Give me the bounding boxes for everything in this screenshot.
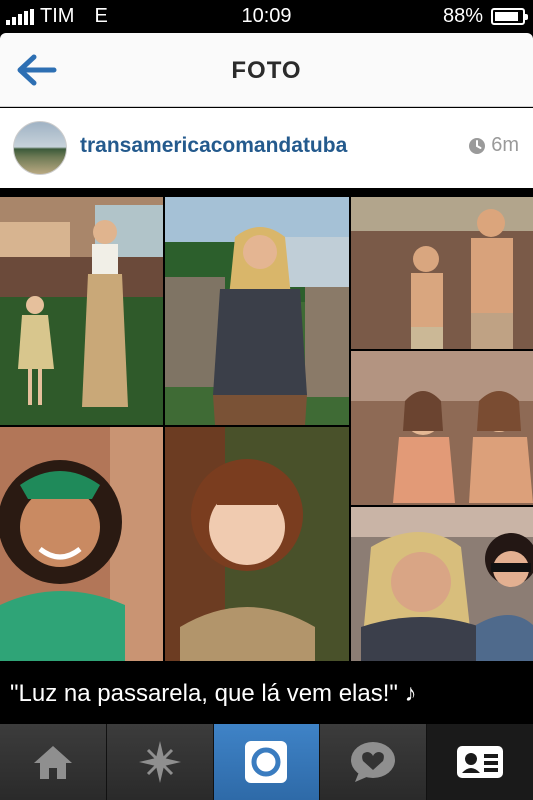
- home-icon: [33, 746, 72, 779]
- post-header: transamericacomandatuba 6m: [0, 108, 533, 188]
- clock-icon: [469, 137, 486, 154]
- collage-tile-girls-floral: [351, 351, 533, 505]
- time-ago: 6m: [491, 134, 519, 156]
- photo-collage: [0, 197, 533, 661]
- collage-tile-little-girl: [165, 427, 349, 661]
- collage-tile-runway-woman-girl: [0, 197, 163, 425]
- battery-group: 88%: [442, 5, 528, 28]
- battery-percent: 88%: [442, 5, 483, 27]
- profile-icon: [457, 746, 504, 778]
- page-title: FOTO: [231, 57, 302, 84]
- collage-tile-blonde-woman: [165, 197, 349, 425]
- post-photo[interactable]: "Luz na passarela, que lá vem elas!" ♪: [0, 188, 533, 723]
- navigation-bar: FOTO: [0, 33, 533, 107]
- tab-camera[interactable]: [213, 724, 321, 800]
- post-time: 6m: [468, 134, 519, 157]
- tab-bar: [0, 724, 533, 800]
- avatar[interactable]: [13, 121, 67, 175]
- battery-icon: [491, 8, 528, 25]
- status-bar: TIM E 10:09 88%: [0, 0, 533, 33]
- collage-tile-two-women: [351, 507, 533, 661]
- tab-profile[interactable]: [427, 724, 533, 800]
- camera-icon: [245, 741, 288, 783]
- collage-tile-boys: [351, 197, 533, 349]
- tab-explore[interactable]: [106, 724, 214, 800]
- news-icon: [351, 742, 396, 782]
- back-button[interactable]: [14, 51, 58, 89]
- back-arrow-icon: [17, 54, 57, 86]
- explore-icon: [138, 741, 181, 783]
- username-link[interactable]: transamericacomandatuba: [80, 134, 347, 158]
- collage-tile-curly-girl: [0, 427, 163, 661]
- tab-home[interactable]: [0, 724, 107, 800]
- photo-caption: "Luz na passarela, que lá vem elas!" ♪: [10, 680, 417, 707]
- tab-news[interactable]: [320, 724, 428, 800]
